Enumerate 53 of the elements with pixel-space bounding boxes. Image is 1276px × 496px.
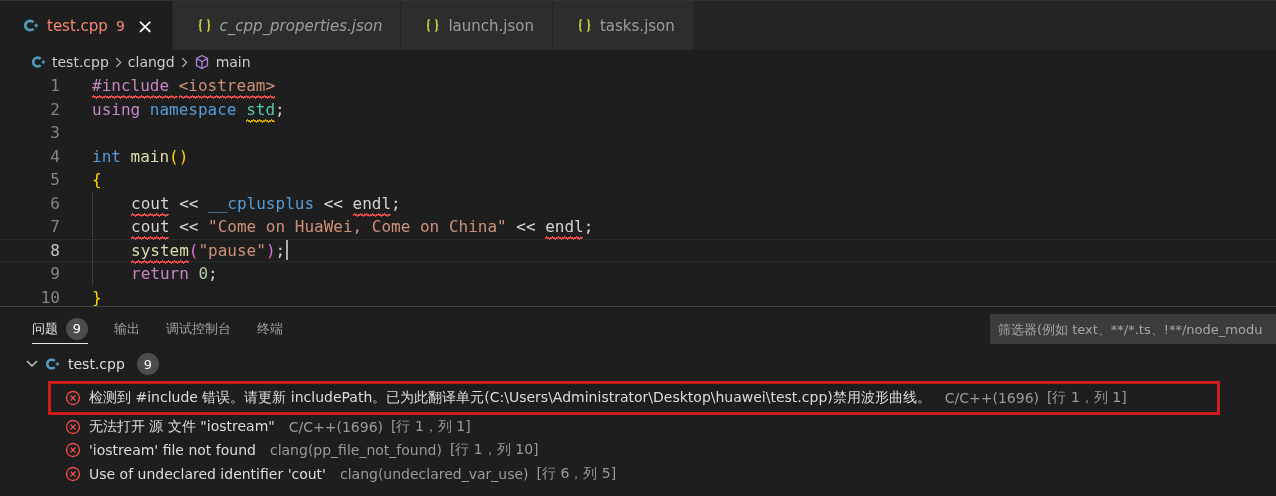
line-number: 2 [49,99,60,119]
panel-tab[interactable]: 输出 [114,314,140,344]
editor-tab[interactable]: test.cpp 9 × [0,1,173,50]
breadcrumb-item[interactable]: main [215,54,251,70]
filter-field[interactable]: 筛选器(例如 text、**/*.ts、!**/node_modu [990,314,1276,344]
problem-item[interactable]: Use of undeclared identifier 'cout' clang(undeclared_var_use) [行 6，列 5] [48,462,1220,486]
braces-icon [425,18,441,33]
line-number: 4 [49,146,60,166]
cpp-file-icon [32,55,46,69]
editor-tab[interactable]: c_cpp_properties.json [172,1,402,50]
problem-count: 9 [115,17,125,34]
cpp-file-icon [46,357,60,371]
line-number: 7 [49,217,60,237]
panel-tab[interactable]: 问题 9 [32,314,88,344]
cpp-file-icon [24,18,39,33]
code-line: return 0; [131,264,218,284]
problem-count: 9 [136,353,159,375]
code-line: cout << __cplusplus << endl; [131,193,401,213]
chevron-right-icon [180,56,188,68]
problem-item[interactable]: 检测到 #include 错误。请更新 includePath。已为此翻译单元(C:\Users\Administrator\Desktop\huawei\test.cpp)禁用波形曲线。 C/C++(1696) [行 1，列 1] [48,381,1220,415]
braces-icon [577,18,592,33]
chevron-right-icon [114,56,122,68]
code-line: #include <iostream> [92,76,276,96]
close-button[interactable]: × [136,13,154,38]
error-icon [65,465,81,482]
code-line: } [92,287,102,306]
line-number: 10 [39,287,60,306]
error-icon [65,442,81,459]
code-line: system("pause"); [131,240,289,261]
line-number: 3 [49,123,60,143]
line-number: 1 [49,76,60,96]
editor-tab[interactable]: tasks.json [553,1,694,50]
file-name[interactable]: test.cpp [68,356,125,372]
cube-icon [193,54,210,70]
line-number: 6 [49,193,60,213]
editor-tab[interactable]: launch.json [401,1,553,50]
code-line: { [92,170,102,190]
problem-item[interactable]: 'iostream' file not found clang(pp_file_not_found) [行 1，列 10] [48,438,1220,462]
panel-tab[interactable]: 调试控制台 [166,314,231,344]
breadcrumb-item[interactable]: test.cpp [52,54,109,70]
code-line: int main() [92,146,189,166]
code-line: cout << "Come on HuaWei, Come on China" << endl; [131,217,594,237]
panel-tab[interactable]: 终端 [257,314,283,344]
line-number: 5 [49,170,60,190]
problem-item[interactable]: 无法打开 源 文件 "iostream" C/C++(1696) [行 1，列 1] [48,415,1220,439]
error-icon [65,390,81,406]
code-line: using namespace std; [92,99,285,119]
breadcrumb-item[interactable]: clangd [127,54,175,70]
line-number: 8 [49,240,60,260]
chevron-down-icon[interactable] [26,360,38,368]
error-icon [65,418,81,435]
braces-icon [196,18,212,33]
line-number: 9 [49,264,60,284]
